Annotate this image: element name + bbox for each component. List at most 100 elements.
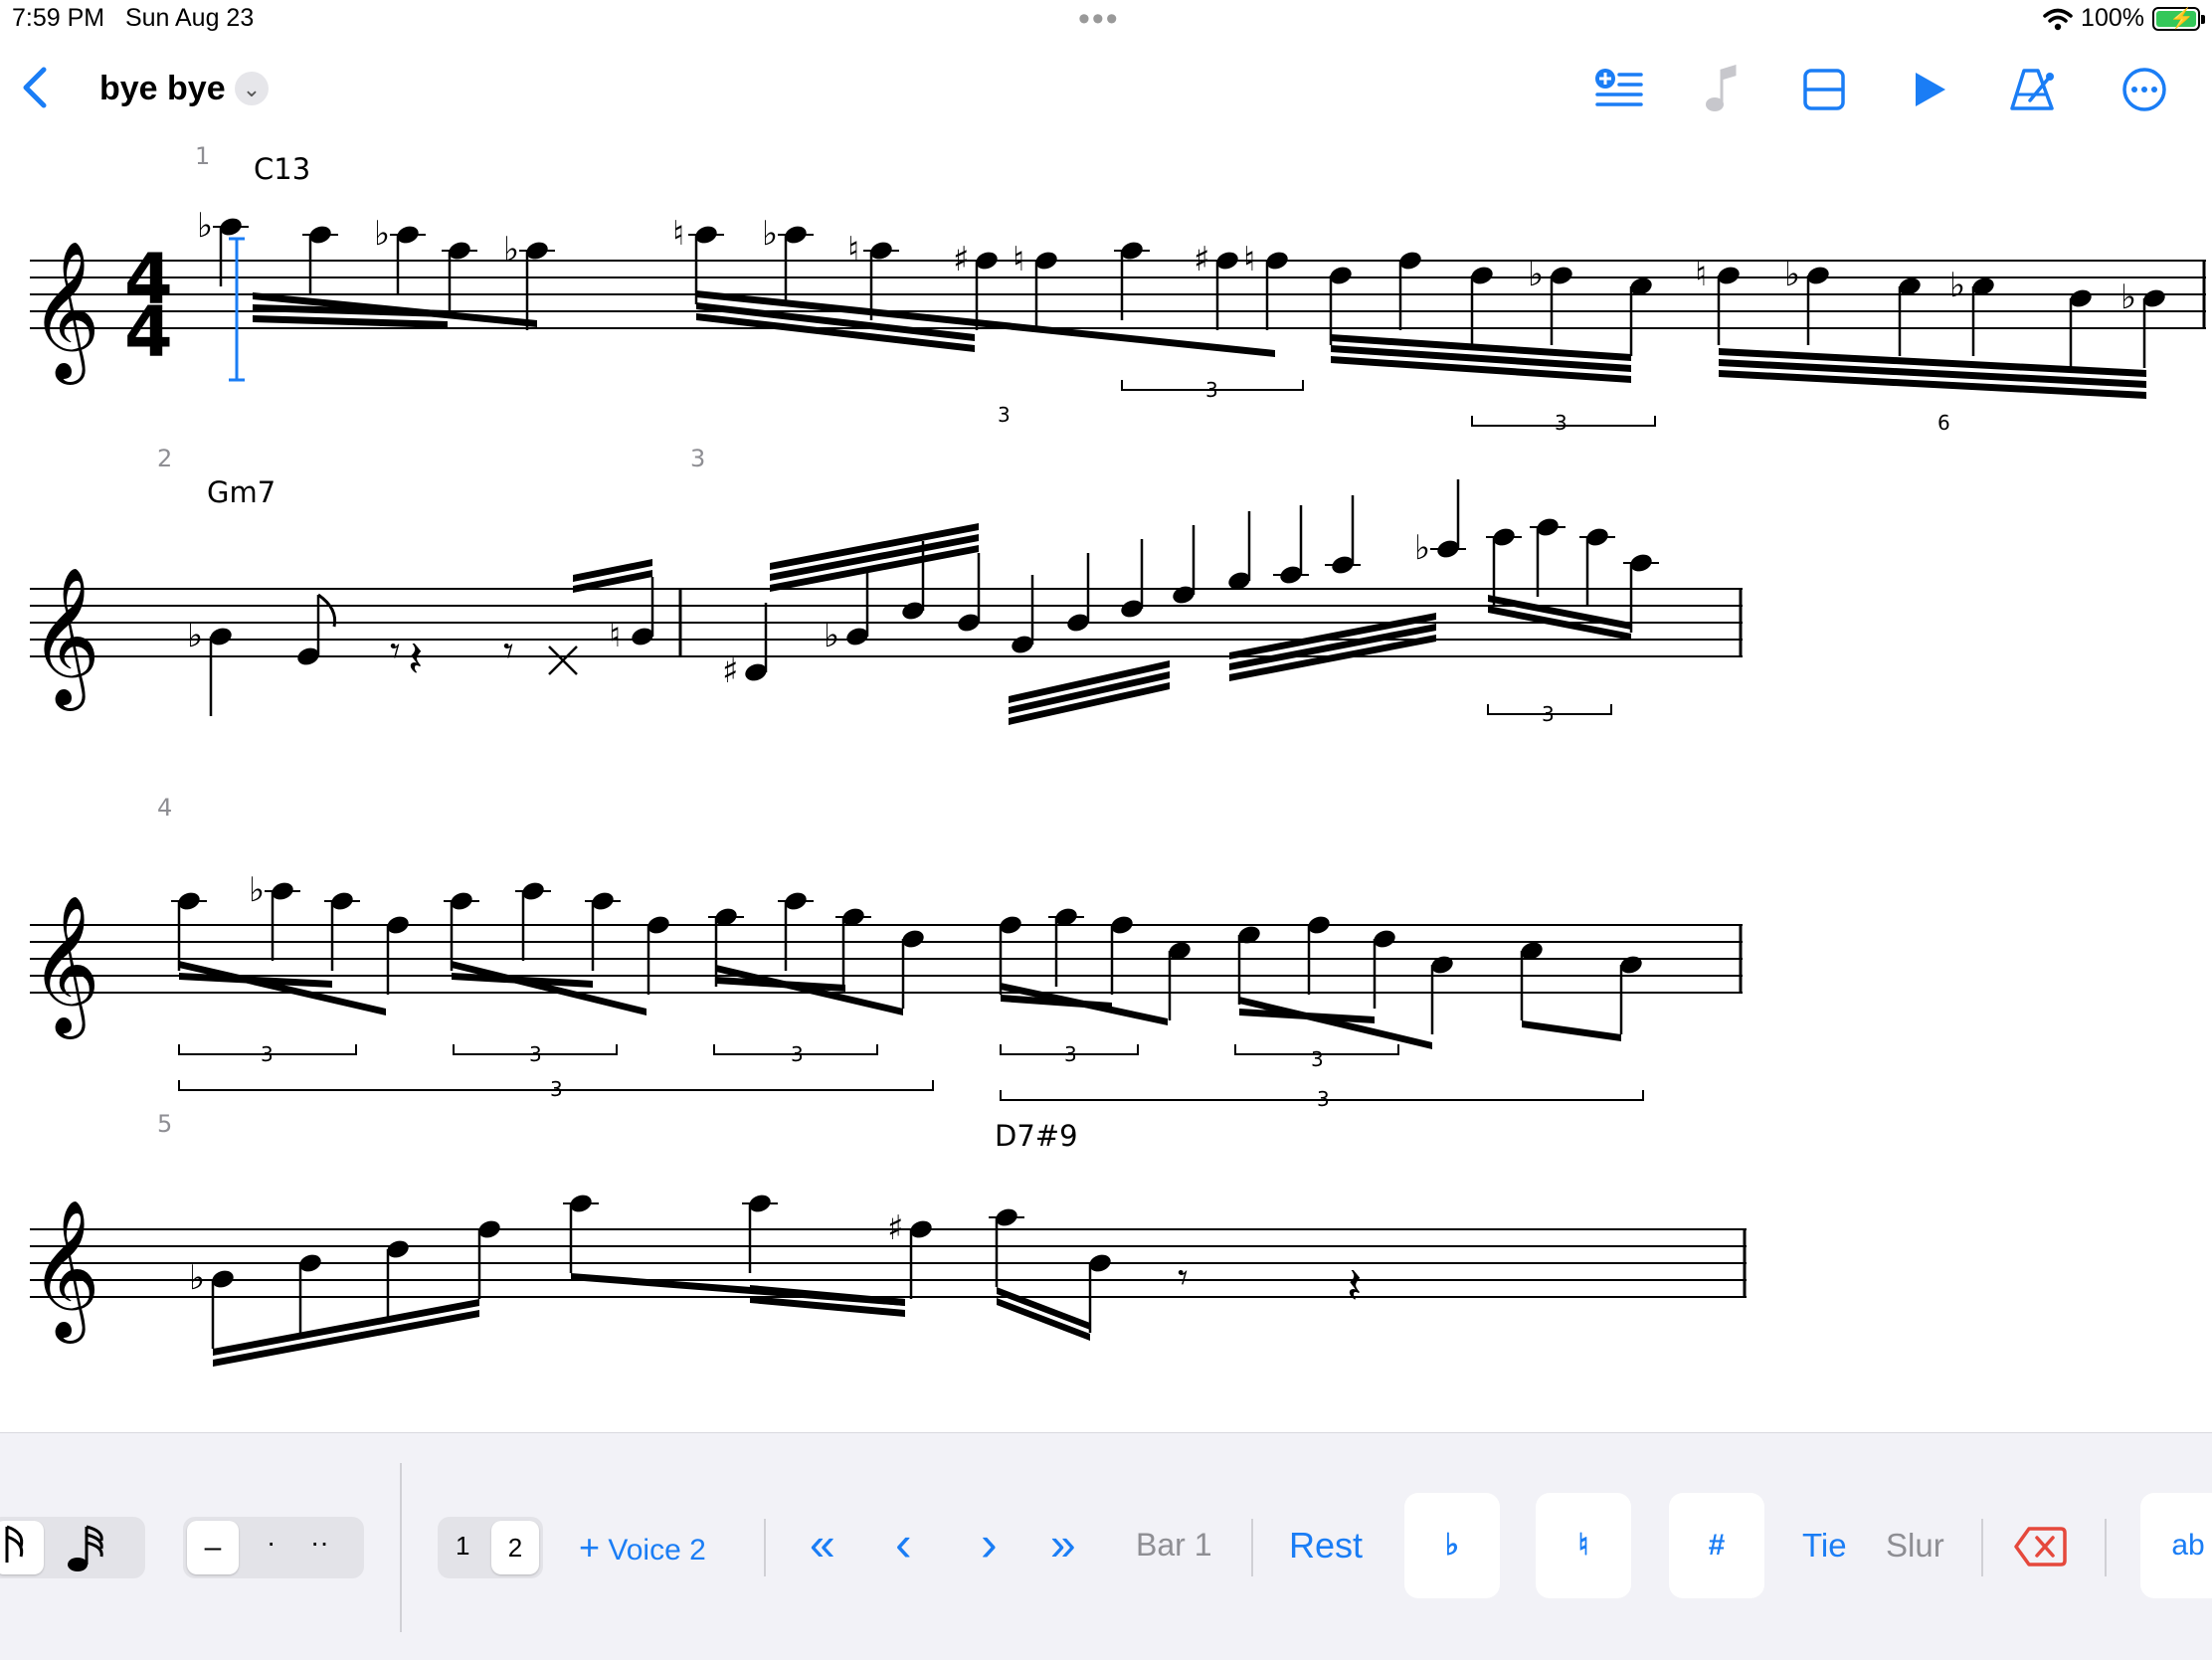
accidental: ♮ [609, 616, 621, 655]
accidental: ♭ [2120, 277, 2136, 317]
music-score[interactable]: ♭ ♭ ♭ ♮ ♭ ♮ ♯ ♮ ♯ ♮ ♭ ♮ ♭ ♭ ♭ ♭ 𝄾 𝄽 𝄾 ♮♯♭♭ ♭ ♭♯𝄾 𝄽 𝄞 𝄞 𝄞 𝄞 … [0, 129, 2212, 1422]
bar-number: 1 [195, 142, 210, 170]
plus-icon: + [579, 1527, 601, 1568]
next-button[interactable]: › [981, 1515, 998, 1572]
beam [253, 315, 448, 328]
battery-percent: 100% [2081, 4, 2144, 32]
previous-button[interactable]: ‹ [895, 1515, 912, 1572]
sharp-icon: # [1708, 1529, 1726, 1562]
add-staff-icon [1595, 69, 1643, 106]
divider [1251, 1519, 1253, 1576]
treble-clef: 𝄞 [30, 895, 100, 1039]
more-button[interactable] [2115, 60, 2174, 119]
staff-row-2: ♭ 𝄾 𝄽 𝄾 ♮♯♭♭ [30, 479, 1743, 725]
sixteenth-note-button[interactable] [0, 1521, 44, 1574]
slur-button[interactable]: Slur [1886, 1527, 1944, 1565]
accidental: ♮ [847, 230, 859, 270]
chord-symbol[interactable]: D7#9 [995, 1119, 1078, 1153]
title-menu-button[interactable]: ⌄ [235, 72, 269, 105]
beam [716, 977, 845, 992]
voice-1-button[interactable]: 1 [456, 1531, 469, 1562]
duration-selector [0, 1517, 145, 1578]
no-dot-button[interactable]: – [187, 1521, 239, 1574]
status-time: 7:59 PM [12, 4, 105, 32]
accidental: ♭ [762, 214, 778, 254]
rest: 𝄽 [1347, 1257, 1362, 1315]
tuplet-number: 3 [998, 403, 1011, 427]
time-signature-bottom: 4 [124, 291, 173, 373]
first-bar-button[interactable]: « [810, 1517, 835, 1570]
treble-clef: 𝄞 [30, 567, 100, 711]
sharp-button[interactable]: # [1669, 1493, 1764, 1598]
accidental: ♭ [197, 206, 213, 246]
single-dot-button[interactable]: · [267, 1527, 276, 1559]
staff-row-4: ♭ ♯ 𝄾 𝄽 [30, 1195, 1747, 1367]
dot-selector: – · ·· [183, 1517, 364, 1578]
accidental: ♭ [189, 1258, 205, 1298]
rest: 𝄾 [390, 629, 401, 674]
play-button[interactable] [1900, 60, 1959, 119]
wifi-icon [2043, 8, 2073, 30]
accidental: ♭ [187, 616, 203, 655]
rest: 𝄽 [408, 631, 423, 688]
rest: 𝄾 [503, 629, 514, 674]
rest: 𝄾 [1178, 1255, 1189, 1301]
bar-number: 2 [157, 445, 172, 472]
tie-button[interactable]: Tie [1802, 1527, 1847, 1565]
more-icon [2122, 68, 2166, 111]
thirtysecond-note-button[interactable] [60, 1521, 129, 1574]
layout-icon [1803, 69, 1845, 110]
add-staff-button[interactable] [1588, 60, 1648, 119]
note-icon [1706, 65, 1737, 111]
divider [2105, 1519, 2107, 1576]
status-bar: 7:59 PM Sun Aug 23 ••• 100% ⚡ [0, 0, 2212, 40]
battery-icon: ⚡ [2152, 6, 2205, 31]
staff-row-3: ♭ [30, 870, 1743, 1101]
multitasking-dots[interactable]: ••• [1078, 0, 1120, 39]
tuplet-number: 6 [1937, 411, 1950, 435]
chevron-left-icon: ‹ [895, 1516, 912, 1571]
flat-button[interactable]: ♭ [1404, 1493, 1500, 1598]
x-notehead [548, 646, 578, 675]
voice-2-button[interactable]: 2 [491, 1521, 539, 1574]
accidental: ♮ [672, 214, 684, 254]
document-title[interactable]: bye bye [99, 70, 226, 108]
tuplet-number: 3 [1317, 1087, 1330, 1111]
beam [213, 1310, 479, 1367]
chord-symbol[interactable]: C13 [254, 152, 310, 186]
delete-button[interactable] [2013, 1525, 2067, 1568]
bar-number: 3 [690, 445, 705, 472]
beam [1239, 997, 1432, 1049]
chevron-right-icon: › [981, 1516, 998, 1571]
treble-clef: 𝄞 [30, 241, 100, 385]
flat-icon: ♭ [1444, 1529, 1460, 1562]
rest-button[interactable]: Rest [1289, 1525, 1363, 1567]
tuplet-number: 3 [1555, 411, 1567, 435]
accidental: ♯ [887, 1208, 903, 1248]
double-dot-button[interactable]: ·· [310, 1527, 329, 1559]
add-voice-button[interactable]: + Voice 2 [579, 1527, 706, 1568]
tuplet-number: 3 [791, 1042, 804, 1066]
accidental: ♮ [1013, 240, 1024, 279]
last-bar-button[interactable]: » [1050, 1517, 1076, 1570]
chord-symbol[interactable]: Gm7 [207, 475, 276, 509]
accidental: ♭ [1949, 266, 1965, 305]
accidental: ♯ [722, 651, 738, 691]
metronome-button[interactable] [2003, 60, 2063, 119]
sixteenth-note-icon [5, 1525, 24, 1563]
layout-button[interactable] [1794, 60, 1854, 119]
accidental: ♯ [953, 240, 969, 279]
note-button[interactable] [1691, 60, 1751, 119]
beam [179, 961, 386, 1015]
text-tool-button[interactable]: ab [2140, 1493, 2212, 1598]
thirtysecond-note-icon [68, 1525, 103, 1571]
accidental: ♯ [1194, 240, 1209, 279]
back-button[interactable] [20, 66, 60, 115]
divider [764, 1519, 766, 1576]
divider [1981, 1519, 1983, 1576]
tuplet-number: 3 [1542, 702, 1555, 726]
tuplet-number: 3 [550, 1077, 563, 1101]
voice-selector: 1 2 [438, 1517, 543, 1578]
edit-toolbar: – · ·· 1 2 + Voice 2 « ‹ › » Bar 1 Rest … [0, 1432, 2212, 1660]
natural-button[interactable]: ♮ [1536, 1493, 1631, 1598]
